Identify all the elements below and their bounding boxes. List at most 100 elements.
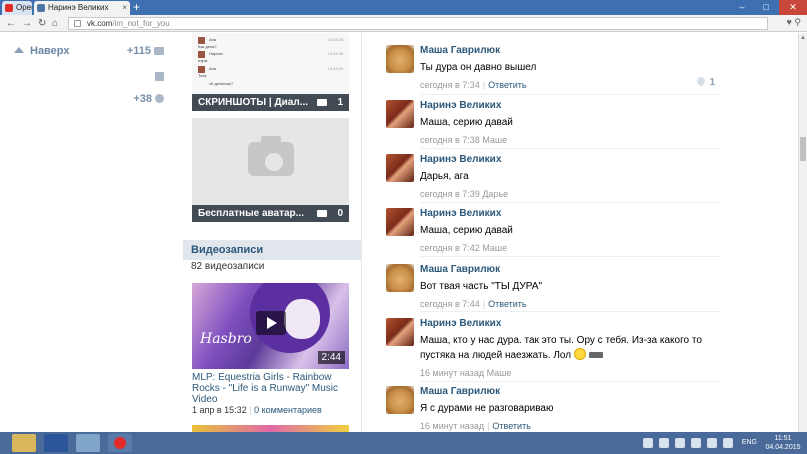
heart-icon [695,75,708,87]
comment-meta: 16 минут назад | Ответить [420,421,531,431]
reply-to[interactable]: Маше [487,368,512,378]
avatar[interactable] [386,45,414,73]
reply-to[interactable]: Дарье [482,189,508,199]
word-icon[interactable] [44,434,68,452]
avatar[interactable] [386,264,414,292]
paint-icon[interactable] [76,434,100,452]
comment-meta: сегодня в 7:39 Дарье [420,188,720,200]
settings-counter[interactable]: +38 [133,93,164,105]
taskbar: ENG 11:51 04.04.2015 [0,432,807,454]
reply-link[interactable]: Ответить [488,299,526,309]
speaker-icon[interactable] [675,438,685,448]
address-bar-icons: ♥ ⚲ [787,17,801,28]
messages-counter[interactable]: +115 [127,45,164,57]
comment-text: Маша, серию давай [420,117,513,128]
forward-icon[interactable]: → [22,16,32,31]
opera-taskbar-icon[interactable] [108,434,132,452]
close-tab-icon[interactable]: × [122,1,127,15]
page-scrollbar[interactable]: ▲ [798,33,807,432]
scroll-to-top-link[interactable]: Наверх [14,45,70,57]
divider [420,311,720,312]
videos-header[interactable]: Видеозаписи [183,240,361,260]
maximize-button[interactable]: □ [755,0,777,15]
video-comments-link[interactable]: 0 комментариев [254,405,322,415]
mini-text: Как дела? [198,44,217,49]
chat-counter[interactable] [152,71,164,83]
screenshots-album[interactable]: Аня Как дела? 14:23:26 Наринэ норм 14:23:2… [192,33,349,111]
mini-name: Наринэ [209,51,223,56]
url-field[interactable]: vk.com/im_not_for_you [68,17,768,30]
mini-message: чё делаешь? [198,81,233,86]
scroll-thumb[interactable] [800,137,806,161]
avatar[interactable] [386,386,414,414]
url-path: /im_not_for_you [112,19,170,28]
comment-time[interactable]: 16 минут назад [420,368,484,378]
avatars-album[interactable]: Бесплатные аватар... 0 [192,118,349,222]
play-icon[interactable] [256,311,286,335]
videos-count[interactable]: 82 видеозаписи [191,261,264,272]
network-icon[interactable] [659,438,669,448]
screenshots-caption: СКРИНШОТЫ | Диал... 1 [192,94,349,111]
new-tab-button[interactable]: + [133,0,140,15]
up-label: Наверх [30,45,70,57]
language-indicator[interactable]: ENG [742,439,757,446]
close-window-button[interactable]: ✕ [779,0,807,15]
comment-author[interactable]: Наринэ Великих [420,318,720,330]
tab-opera[interactable]: Opera [2,1,32,15]
reply-to[interactable]: Маше [482,243,507,253]
mini-time: 14:23:26 [327,37,343,42]
video-date: 1 апр в 15:32 [192,405,247,415]
camera-placeholder-icon [248,136,294,176]
comment-author[interactable]: Наринэ Великих [420,208,720,220]
comment-meta: сегодня в 7:44 | Ответить [420,299,527,309]
file-explorer-icon[interactable] [12,434,36,452]
avatar[interactable] [386,100,414,128]
comment-author[interactable]: Наринэ Великих [420,154,720,166]
video-thumbnail[interactable]: Hasbro 2:44 [192,283,349,369]
comment-author[interactable]: Маша Гаврилюк [420,45,720,57]
comment-author[interactable]: Маша Гаврилюк [420,264,720,276]
comment-text: Маша, серию давай [420,225,513,236]
hasbro-logo: Hasbro [200,331,252,347]
comment-time[interactable]: сегодня в 7:44 [420,299,480,309]
help-icon[interactable] [643,438,653,448]
next-video-thumbnail[interactable] [192,425,349,432]
comment-time[interactable]: сегодня в 7:39 [420,189,480,199]
camera-icon [317,210,327,217]
tab-active-dialog[interactable]: Наринэ Великих × [34,1,130,15]
reply-link[interactable]: Ответить [488,80,526,90]
mini-time: 14:23:33 [327,66,343,71]
profile-sidebar: Аня Как дела? 14:23:26 Наринэ норм 14:23:2… [183,33,361,432]
clock-time: 11:51 [774,435,792,442]
tab-label: Opera [16,3,32,12]
comment-author[interactable]: Маша Гаврилюк [420,386,720,398]
reply-to[interactable]: Маше [482,135,507,145]
like-count: 1 [709,77,715,88]
mini-text: чё делаешь? [209,81,234,86]
reply-link[interactable]: Ответить [492,421,530,431]
mini-message: Наринэ норм [198,51,223,63]
home-icon[interactable]: ⌂ [52,16,58,31]
comment-time[interactable]: сегодня в 7:38 [420,135,480,145]
comment-author[interactable]: Наринэ Великих [420,100,720,112]
heart-icon[interactable]: ♥ [787,17,792,27]
camera-icon [317,99,327,106]
wifi-icon[interactable] [723,438,733,448]
comment-time[interactable]: сегодня в 7:42 [420,243,480,253]
comment-time[interactable]: сегодня в 7:34 [420,80,480,90]
avatar[interactable] [386,318,414,346]
mini-avatar [198,66,205,73]
scroll-up-icon[interactable]: ▲ [800,35,806,41]
video-title-link[interactable]: MLP: Equestria Girls - Rainbow Rocks - "… [192,372,352,405]
back-icon[interactable]: ← [6,16,16,31]
clock[interactable]: 11:51 04.04.2015 [765,434,801,452]
reload-icon[interactable]: ↻ [38,16,46,31]
like-button[interactable]: 1 [695,75,715,88]
flag-icon[interactable] [707,438,717,448]
avatar[interactable] [386,154,414,182]
comment-time[interactable]: 16 минут назад [420,421,484,431]
avatar[interactable] [386,208,414,236]
minimize-button[interactable]: – [731,0,753,15]
search-icon[interactable]: ⚲ [794,17,801,27]
battery-icon[interactable] [691,438,701,448]
